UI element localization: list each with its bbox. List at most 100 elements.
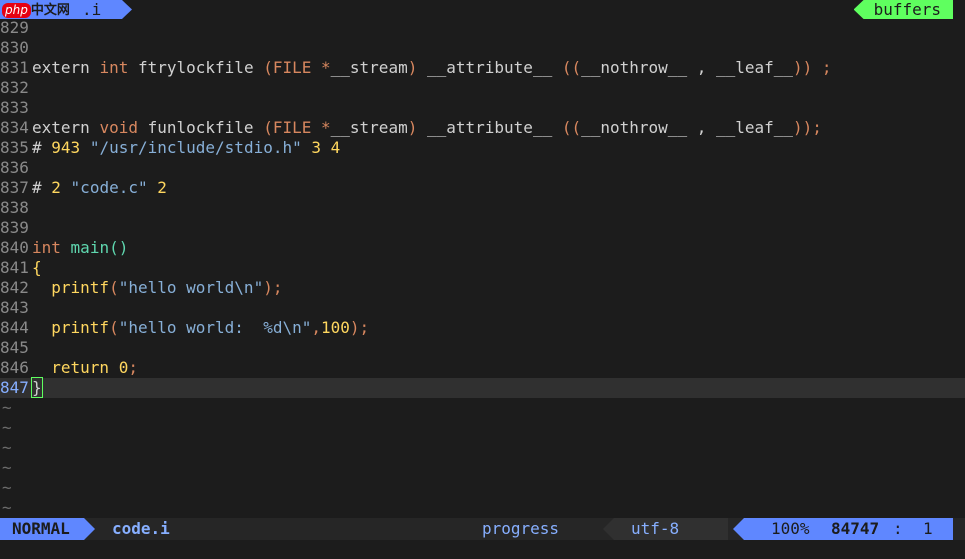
code-line[interactable]: 845 [0, 338, 965, 358]
code-token: 3 4 [311, 138, 341, 157]
code-token: ) [407, 118, 418, 137]
code-token: () [109, 238, 129, 257]
code-line[interactable]: 839 [0, 218, 965, 238]
code-line[interactable]: 833 [0, 98, 965, 118]
code-line[interactable]: 841{ [0, 258, 965, 278]
cursor-column: 1 [923, 519, 933, 538]
code-token: (( [561, 118, 582, 137]
code-token: main [70, 238, 110, 257]
code-token: "/usr/include/stdio.h" [89, 138, 302, 157]
code-token: __stream [330, 118, 408, 137]
code-line[interactable]: 837 # 2 "code.c" 2 [0, 178, 965, 198]
code-token: "hello world\n" [118, 278, 264, 297]
code-line[interactable]: 831 extern int ftrylockfile (FILE *__stre… [0, 58, 965, 78]
code-token: "code.c" [70, 178, 148, 197]
code-line[interactable]: 844 printf("hello world: %d\n",100); [0, 318, 965, 338]
empty-buffer-line: ~ [2, 398, 12, 417]
code-line[interactable]: 835 # 943 "/usr/include/stdio.h" 3 4 [0, 138, 965, 158]
empty-buffer-line: ~ [2, 418, 12, 437]
line-number: 841 [0, 258, 29, 277]
empty-buffer-line: ~ [2, 498, 12, 517]
code-line[interactable]: 830 [0, 38, 965, 58]
watermark-text: 中文网 [30, 3, 70, 18]
empty-buffer-line: ~ [2, 478, 12, 497]
code-token: int [32, 238, 61, 257]
code-token: ( [263, 118, 273, 137]
line-number: 832 [0, 78, 29, 97]
code-token: )) ; [793, 58, 832, 77]
watermark: php 中文网 [0, 0, 70, 19]
code-token: extern [32, 118, 100, 137]
empty-buffer-line: ~ [2, 458, 12, 477]
line-number: 836 [0, 158, 29, 177]
code-line[interactable]: 836 [0, 158, 965, 178]
code-token: )); [793, 118, 822, 137]
code-token: ; [128, 358, 138, 377]
mode-indicator: NORMAL [0, 518, 95, 540]
line-number: 837 [0, 178, 29, 197]
mode-label: NORMAL [12, 519, 70, 538]
code-token: funlockfile [137, 118, 264, 137]
buffers-indicator[interactable]: buffers [853, 0, 953, 19]
code-line[interactable]: 842 printf("hello world\n"); [0, 278, 965, 298]
code-token: ftrylockfile [128, 58, 264, 77]
code-token: ( [109, 318, 119, 337]
code-token: return [32, 358, 119, 377]
code-token: 2 [157, 178, 167, 197]
code-token: __attribute__ [417, 58, 562, 77]
code-token: ( [263, 58, 273, 77]
code-token: # [32, 138, 52, 157]
code-token: 0 [118, 358, 129, 377]
code-editor[interactable]: 829 830 831 extern int ftrylockfile (FILE *… [0, 18, 965, 518]
line-number: 843 [0, 298, 29, 317]
code-token: "hello world: %d\n" [118, 318, 312, 337]
code-line[interactable]: 846 return 0; [0, 358, 965, 378]
code-token: ) [407, 58, 418, 77]
code-token: (( [561, 58, 582, 77]
code-token: __nothrow__ , __leaf__ [581, 58, 794, 77]
code-token: __attribute__ [417, 118, 562, 137]
code-line[interactable]: 838 [0, 198, 965, 218]
code-line[interactable]: 834 extern void funlockfile (FILE *__stre… [0, 118, 965, 138]
code-line[interactable]: 843 [0, 298, 965, 318]
code-token: { [32, 258, 42, 277]
line-number: 834 [0, 118, 29, 137]
code-token: extern [32, 58, 100, 77]
line-number: 847 [0, 378, 29, 397]
code-token: __nothrow__ , __leaf__ [581, 118, 794, 137]
encoding-label: utf-8 [631, 519, 680, 538]
code-line[interactable]: 829 [0, 18, 965, 38]
code-line[interactable]: 840 int main() [0, 238, 965, 258]
code-token: ); [349, 318, 370, 337]
position-segment: 100% 84747 : 1 [733, 518, 953, 540]
line-number: 839 [0, 218, 29, 237]
empty-buffer-line: ~ [2, 438, 12, 457]
code-token: # [32, 178, 52, 197]
code-token: FILE [272, 58, 312, 77]
line-number: 830 [0, 38, 29, 57]
cursor: } [31, 377, 43, 398]
code-token: , [311, 318, 321, 337]
code-line[interactable]: 847} [0, 377, 965, 398]
watermark-logo: php [2, 3, 31, 18]
line-number: 838 [0, 198, 29, 217]
line-number: 833 [0, 98, 29, 117]
code-line[interactable]: 832 [0, 78, 965, 98]
line-number: 845 [0, 338, 29, 357]
line-number: 842 [0, 278, 29, 297]
progress-label: progress [482, 519, 560, 538]
code-token: 2 [51, 178, 61, 197]
line-number: 835 [0, 138, 29, 157]
cursor-line-number: 84747 [831, 519, 880, 538]
code-token: * [311, 58, 331, 77]
code-token: 943 [51, 138, 81, 157]
code-token: printf [51, 318, 110, 337]
line-number: 844 [0, 318, 29, 337]
code-token: ); [263, 278, 283, 297]
